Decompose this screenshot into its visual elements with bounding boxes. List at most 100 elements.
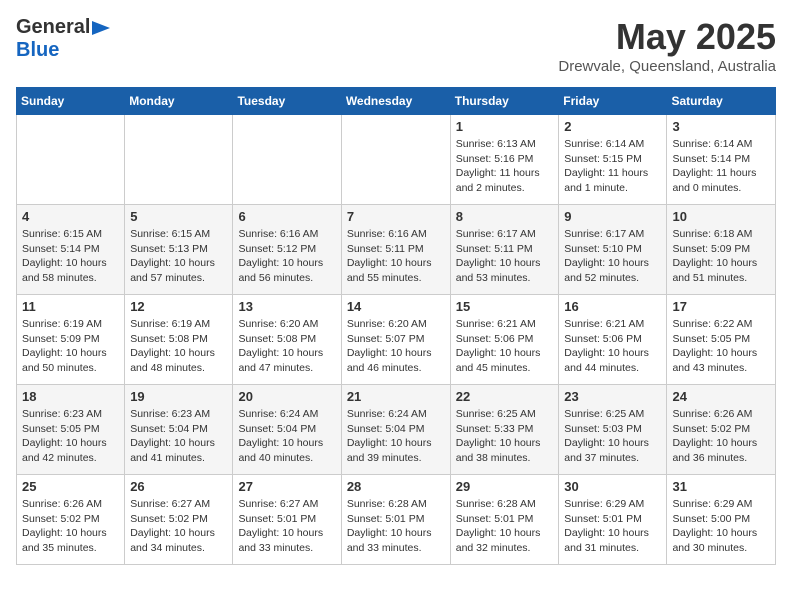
day-header-friday: Friday — [559, 88, 667, 115]
week-row-3: 11 Sunrise: 6:19 AM Sunset: 5:09 PM Dayli… — [17, 295, 776, 385]
title-area: May 2025 Drewvale, Queensland, Australia — [558, 16, 776, 75]
day-info: Sunrise: 6:14 AM Sunset: 5:15 PM Dayligh… — [564, 137, 661, 196]
calendar-cell: 3 Sunrise: 6:14 AM Sunset: 5:14 PM Daylig… — [667, 115, 776, 205]
day-info: Sunrise: 6:22 AM Sunset: 5:05 PM Dayligh… — [672, 317, 770, 376]
calendar-cell — [125, 115, 233, 205]
day-number: 23 — [564, 389, 661, 404]
calendar-cell: 24 Sunrise: 6:26 AM Sunset: 5:02 PM Dayli… — [667, 385, 776, 475]
day-number: 15 — [456, 299, 554, 314]
logo-general: General — [16, 16, 90, 39]
calendar-cell: 2 Sunrise: 6:14 AM Sunset: 5:15 PM Daylig… — [559, 115, 667, 205]
header-row: SundayMondayTuesdayWednesdayThursdayFrid… — [17, 88, 776, 115]
day-info: Sunrise: 6:21 AM Sunset: 5:06 PM Dayligh… — [456, 317, 554, 376]
calendar-cell: 31 Sunrise: 6:29 AM Sunset: 5:00 PM Dayli… — [667, 475, 776, 565]
day-info: Sunrise: 6:19 AM Sunset: 5:09 PM Dayligh… — [22, 317, 119, 376]
day-header-thursday: Thursday — [450, 88, 559, 115]
day-info: Sunrise: 6:23 AM Sunset: 5:04 PM Dayligh… — [130, 407, 227, 466]
week-row-5: 25Sunrise: 6:26 AM Sunset: 5:02 PM Dayli… — [17, 475, 776, 565]
calendar-cell: 27Sunrise: 6:27 AM Sunset: 5:01 PM Dayli… — [233, 475, 341, 565]
day-number: 12 — [130, 299, 227, 314]
day-number: 21 — [347, 389, 445, 404]
day-info: Sunrise: 6:26 AM Sunset: 5:02 PM Dayligh… — [672, 407, 770, 466]
calendar-cell: 8 Sunrise: 6:17 AM Sunset: 5:11 PM Daylig… — [450, 205, 559, 295]
day-number: 29 — [456, 479, 554, 494]
day-number: 17 — [672, 299, 770, 314]
day-info: Sunrise: 6:27 AM Sunset: 5:02 PM Dayligh… — [130, 497, 227, 556]
day-info: Sunrise: 6:17 AM Sunset: 5:11 PM Dayligh… — [456, 227, 554, 286]
calendar-cell: 4 Sunrise: 6:15 AM Sunset: 5:14 PM Daylig… — [17, 205, 125, 295]
day-info: Sunrise: 6:17 AM Sunset: 5:10 PM Dayligh… — [564, 227, 661, 286]
calendar-cell: 28Sunrise: 6:28 AM Sunset: 5:01 PM Dayli… — [341, 475, 450, 565]
day-info: Sunrise: 6:24 AM Sunset: 5:04 PM Dayligh… — [347, 407, 445, 466]
day-number: 4 — [22, 209, 119, 224]
calendar-cell: 7Sunrise: 6:16 AM Sunset: 5:11 PM Daylig… — [341, 205, 450, 295]
week-row-2: 4 Sunrise: 6:15 AM Sunset: 5:14 PM Daylig… — [17, 205, 776, 295]
month-title: May 2025 — [558, 16, 776, 58]
day-info: Sunrise: 6:21 AM Sunset: 5:06 PM Dayligh… — [564, 317, 661, 376]
day-info: Sunrise: 6:29 AM Sunset: 5:01 PM Dayligh… — [564, 497, 661, 556]
location-title: Drewvale, Queensland, Australia — [558, 58, 776, 75]
day-info: Sunrise: 6:14 AM Sunset: 5:14 PM Dayligh… — [672, 137, 770, 196]
day-info: Sunrise: 6:26 AM Sunset: 5:02 PM Dayligh… — [22, 497, 119, 556]
calendar-cell: 5Sunrise: 6:15 AM Sunset: 5:13 PM Daylig… — [125, 205, 233, 295]
day-info: Sunrise: 6:20 AM Sunset: 5:08 PM Dayligh… — [238, 317, 335, 376]
day-info: Sunrise: 6:19 AM Sunset: 5:08 PM Dayligh… — [130, 317, 227, 376]
day-number: 14 — [347, 299, 445, 314]
week-row-1: 1Sunrise: 6:13 AM Sunset: 5:16 PM Daylig… — [17, 115, 776, 205]
day-number: 11 — [22, 299, 119, 314]
calendar-cell — [341, 115, 450, 205]
day-header-saturday: Saturday — [667, 88, 776, 115]
day-number: 18 — [22, 389, 119, 404]
calendar-cell: 19 Sunrise: 6:23 AM Sunset: 5:04 PM Dayli… — [125, 385, 233, 475]
logo-blue: Blue — [16, 39, 59, 61]
calendar-cell: 1Sunrise: 6:13 AM Sunset: 5:16 PM Daylig… — [450, 115, 559, 205]
calendar-cell: 23 Sunrise: 6:25 AM Sunset: 5:03 PM Dayli… — [559, 385, 667, 475]
day-info: Sunrise: 6:27 AM Sunset: 5:01 PM Dayligh… — [238, 497, 335, 556]
day-number: 2 — [564, 119, 661, 134]
day-number: 31 — [672, 479, 770, 494]
day-number: 20 — [238, 389, 335, 404]
day-info: Sunrise: 6:18 AM Sunset: 5:09 PM Dayligh… — [672, 227, 770, 286]
calendar-table: SundayMondayTuesdayWednesdayThursdayFrid… — [16, 87, 776, 565]
calendar-cell: 9 Sunrise: 6:17 AM Sunset: 5:10 PM Daylig… — [559, 205, 667, 295]
day-info: Sunrise: 6:25 AM Sunset: 5:33 PM Dayligh… — [456, 407, 554, 466]
calendar-cell: 18 Sunrise: 6:23 AM Sunset: 5:05 PM Dayli… — [17, 385, 125, 475]
day-number: 30 — [564, 479, 661, 494]
day-info: Sunrise: 6:16 AM Sunset: 5:11 PM Dayligh… — [347, 227, 445, 286]
day-number: 24 — [672, 389, 770, 404]
calendar-cell: 14 Sunrise: 6:20 AM Sunset: 5:07 PM Dayli… — [341, 295, 450, 385]
calendar-cell: 29Sunrise: 6:28 AM Sunset: 5:01 PM Dayli… — [450, 475, 559, 565]
day-number: 22 — [456, 389, 554, 404]
logo-icon — [92, 19, 110, 37]
calendar-cell: 20 Sunrise: 6:24 AM Sunset: 5:04 PM Dayli… — [233, 385, 341, 475]
calendar-cell: 11 Sunrise: 6:19 AM Sunset: 5:09 PM Dayli… — [17, 295, 125, 385]
day-number: 10 — [672, 209, 770, 224]
day-header-sunday: Sunday — [17, 88, 125, 115]
logo: General Blue — [16, 16, 111, 62]
day-info: Sunrise: 6:23 AM Sunset: 5:05 PM Dayligh… — [22, 407, 119, 466]
day-info: Sunrise: 6:16 AM Sunset: 5:12 PM Dayligh… — [238, 227, 335, 286]
day-number: 13 — [238, 299, 335, 314]
calendar-cell: 17 Sunrise: 6:22 AM Sunset: 5:05 PM Dayli… — [667, 295, 776, 385]
day-header-monday: Monday — [125, 88, 233, 115]
week-row-4: 18 Sunrise: 6:23 AM Sunset: 5:05 PM Dayli… — [17, 385, 776, 475]
calendar-cell: 12 Sunrise: 6:19 AM Sunset: 5:08 PM Dayli… — [125, 295, 233, 385]
day-number: 26 — [130, 479, 227, 494]
day-number: 3 — [672, 119, 770, 134]
calendar-cell: 22 Sunrise: 6:25 AM Sunset: 5:33 PM Dayli… — [450, 385, 559, 475]
day-number: 16 — [564, 299, 661, 314]
day-number: 1 — [456, 119, 554, 134]
calendar-cell: 6Sunrise: 6:16 AM Sunset: 5:12 PM Daylig… — [233, 205, 341, 295]
day-number: 5 — [130, 209, 227, 224]
day-number: 19 — [130, 389, 227, 404]
day-header-wednesday: Wednesday — [341, 88, 450, 115]
day-info: Sunrise: 6:15 AM Sunset: 5:14 PM Dayligh… — [22, 227, 119, 286]
day-number: 8 — [456, 209, 554, 224]
day-header-tuesday: Tuesday — [233, 88, 341, 115]
day-info: Sunrise: 6:24 AM Sunset: 5:04 PM Dayligh… — [238, 407, 335, 466]
calendar-cell: 26 Sunrise: 6:27 AM Sunset: 5:02 PM Dayli… — [125, 475, 233, 565]
day-info: Sunrise: 6:29 AM Sunset: 5:00 PM Dayligh… — [672, 497, 770, 556]
day-info: Sunrise: 6:20 AM Sunset: 5:07 PM Dayligh… — [347, 317, 445, 376]
day-info: Sunrise: 6:25 AM Sunset: 5:03 PM Dayligh… — [564, 407, 661, 466]
day-number: 9 — [564, 209, 661, 224]
